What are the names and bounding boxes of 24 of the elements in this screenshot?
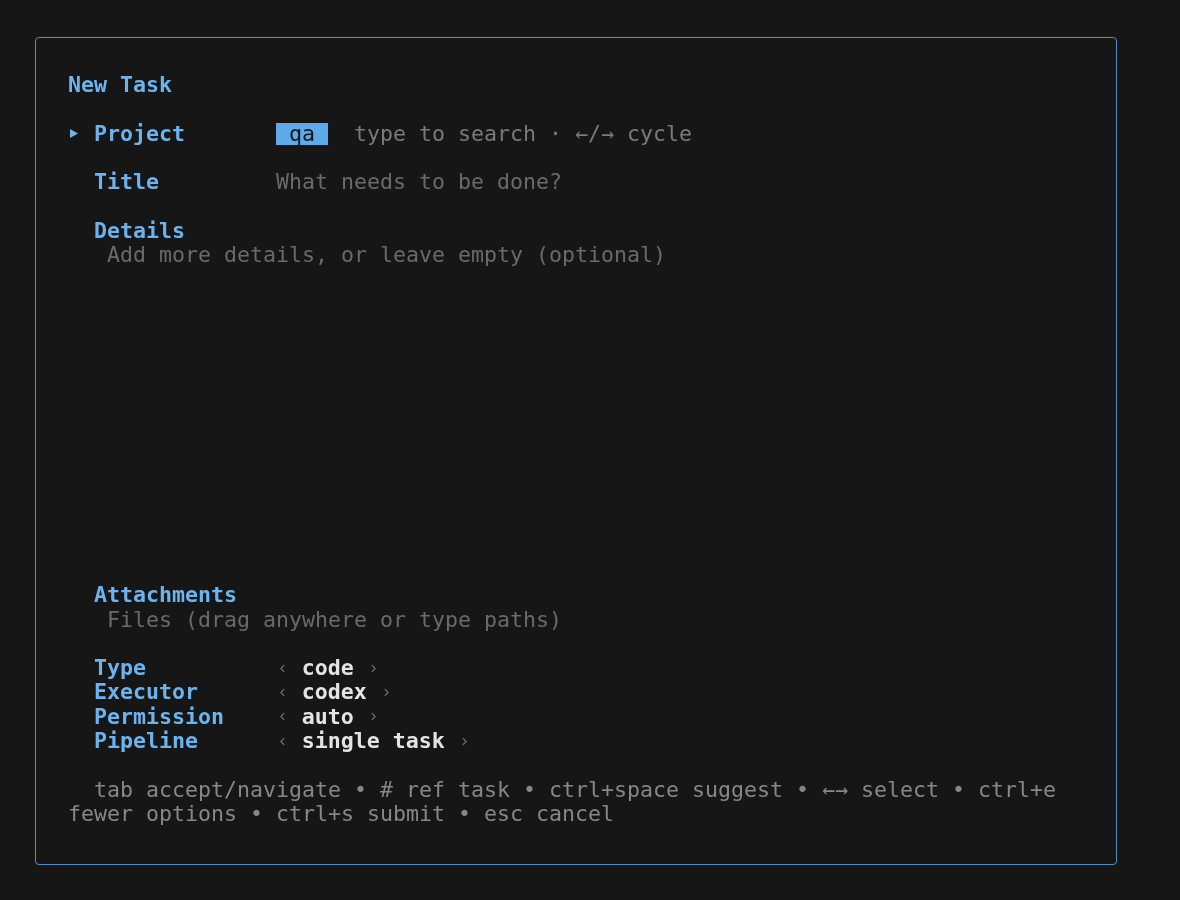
field-label: Details xyxy=(94,217,185,243)
search-hint: type to search · ←/→ cycle xyxy=(354,121,693,146)
chevron-left-icon xyxy=(279,712,285,722)
option-selector[interactable]: single task xyxy=(276,729,471,754)
keyboard-hints: tab accept/navigate • # ref task • ctrl+space suggest • ←→ select • ctrl+e fewer options • ctrl+s submit • esc cancel xyxy=(68,777,1058,827)
chevron-left-icon xyxy=(279,736,285,746)
option-selector[interactable]: codex xyxy=(276,680,393,705)
option-label: Type xyxy=(94,655,146,681)
project-value[interactable]: qa xyxy=(276,122,328,145)
chevron-left-icon xyxy=(279,663,285,673)
field-label: Title xyxy=(94,169,159,195)
option-label: Executor xyxy=(94,679,198,705)
field-label: Attachments xyxy=(94,582,237,608)
option-selector[interactable]: code xyxy=(276,656,380,681)
field-label: Project xyxy=(94,120,185,146)
option-selector[interactable]: auto xyxy=(276,704,380,730)
option-label: Pipeline xyxy=(94,728,198,754)
chevron-right-icon xyxy=(370,712,376,722)
chevron-right-icon xyxy=(370,663,376,673)
chevron-right-icon xyxy=(461,736,467,746)
chevron-right-icon xyxy=(383,688,389,698)
chevron-left-icon xyxy=(279,688,285,698)
dialog-title: New Task xyxy=(68,73,172,98)
option-label: Permission xyxy=(94,703,224,729)
